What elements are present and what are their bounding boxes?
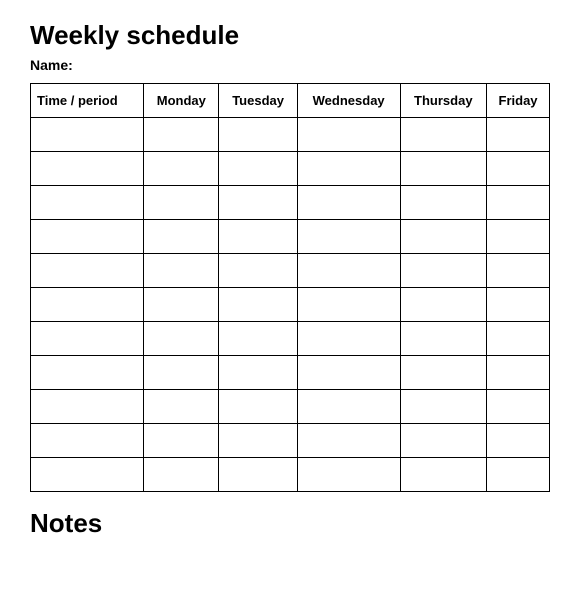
- table-cell[interactable]: [31, 118, 144, 152]
- table-cell[interactable]: [297, 186, 400, 220]
- table-cell[interactable]: [144, 390, 219, 424]
- table-cell[interactable]: [144, 186, 219, 220]
- table-cell[interactable]: [31, 254, 144, 288]
- schedule-table: Time / period Monday Tuesday Wednesday T…: [30, 83, 550, 492]
- col-header-tuesday: Tuesday: [219, 84, 297, 118]
- table-cell[interactable]: [144, 288, 219, 322]
- table-row[interactable]: [31, 220, 550, 254]
- table-cell[interactable]: [144, 220, 219, 254]
- table-cell[interactable]: [144, 152, 219, 186]
- table-row[interactable]: [31, 118, 550, 152]
- table-cell[interactable]: [400, 152, 486, 186]
- table-cell[interactable]: [297, 220, 400, 254]
- table-cell[interactable]: [487, 186, 550, 220]
- table-cell[interactable]: [31, 220, 144, 254]
- table-cell[interactable]: [31, 288, 144, 322]
- table-cell[interactable]: [31, 186, 144, 220]
- table-row[interactable]: [31, 390, 550, 424]
- table-cell[interactable]: [400, 458, 486, 492]
- table-cell[interactable]: [31, 356, 144, 390]
- col-header-friday: Friday: [487, 84, 550, 118]
- table-header-row: Time / period Monday Tuesday Wednesday T…: [31, 84, 550, 118]
- table-cell[interactable]: [144, 458, 219, 492]
- table-cell[interactable]: [400, 424, 486, 458]
- table-cell[interactable]: [487, 390, 550, 424]
- col-header-monday: Monday: [144, 84, 219, 118]
- table-cell[interactable]: [219, 458, 297, 492]
- table-cell[interactable]: [297, 424, 400, 458]
- table-cell[interactable]: [487, 254, 550, 288]
- table-cell[interactable]: [31, 390, 144, 424]
- table-cell[interactable]: [219, 322, 297, 356]
- table-cell[interactable]: [31, 322, 144, 356]
- table-cell[interactable]: [400, 118, 486, 152]
- table-cell[interactable]: [487, 322, 550, 356]
- table-cell[interactable]: [144, 424, 219, 458]
- table-cell[interactable]: [487, 220, 550, 254]
- table-cell[interactable]: [219, 186, 297, 220]
- table-cell[interactable]: [144, 356, 219, 390]
- table-row[interactable]: [31, 288, 550, 322]
- table-row[interactable]: [31, 424, 550, 458]
- notes-title: Notes: [30, 508, 550, 539]
- table-row[interactable]: [31, 254, 550, 288]
- table-cell[interactable]: [219, 356, 297, 390]
- table-cell[interactable]: [400, 288, 486, 322]
- table-cell[interactable]: [144, 118, 219, 152]
- table-row[interactable]: [31, 356, 550, 390]
- table-cell[interactable]: [31, 424, 144, 458]
- table-cell[interactable]: [487, 356, 550, 390]
- table-cell[interactable]: [297, 322, 400, 356]
- table-row[interactable]: [31, 152, 550, 186]
- table-cell[interactable]: [144, 322, 219, 356]
- table-cell[interactable]: [487, 458, 550, 492]
- table-cell[interactable]: [400, 322, 486, 356]
- table-cell[interactable]: [400, 220, 486, 254]
- table-cell[interactable]: [219, 390, 297, 424]
- table-row[interactable]: [31, 322, 550, 356]
- table-cell[interactable]: [219, 220, 297, 254]
- table-cell[interactable]: [219, 118, 297, 152]
- table-cell[interactable]: [297, 288, 400, 322]
- table-cell[interactable]: [400, 356, 486, 390]
- table-row[interactable]: [31, 458, 550, 492]
- table-cell[interactable]: [487, 118, 550, 152]
- table-cell[interactable]: [31, 152, 144, 186]
- table-cell[interactable]: [144, 254, 219, 288]
- table-cell[interactable]: [297, 118, 400, 152]
- table-cell[interactable]: [219, 288, 297, 322]
- table-cell[interactable]: [219, 254, 297, 288]
- table-cell[interactable]: [297, 390, 400, 424]
- table-cell[interactable]: [297, 458, 400, 492]
- col-header-time: Time / period: [31, 84, 144, 118]
- table-cell[interactable]: [31, 458, 144, 492]
- table-cell[interactable]: [219, 424, 297, 458]
- col-header-wednesday: Wednesday: [297, 84, 400, 118]
- table-cell[interactable]: [400, 186, 486, 220]
- table-cell[interactable]: [297, 356, 400, 390]
- name-label: Name:: [30, 57, 550, 73]
- table-cell[interactable]: [297, 254, 400, 288]
- table-cell[interactable]: [400, 254, 486, 288]
- table-cell[interactable]: [219, 152, 297, 186]
- page-title: Weekly schedule: [30, 20, 550, 51]
- table-cell[interactable]: [487, 424, 550, 458]
- table-row[interactable]: [31, 186, 550, 220]
- col-header-thursday: Thursday: [400, 84, 486, 118]
- table-cell[interactable]: [487, 288, 550, 322]
- table-cell[interactable]: [297, 152, 400, 186]
- table-cell[interactable]: [487, 152, 550, 186]
- table-cell[interactable]: [400, 390, 486, 424]
